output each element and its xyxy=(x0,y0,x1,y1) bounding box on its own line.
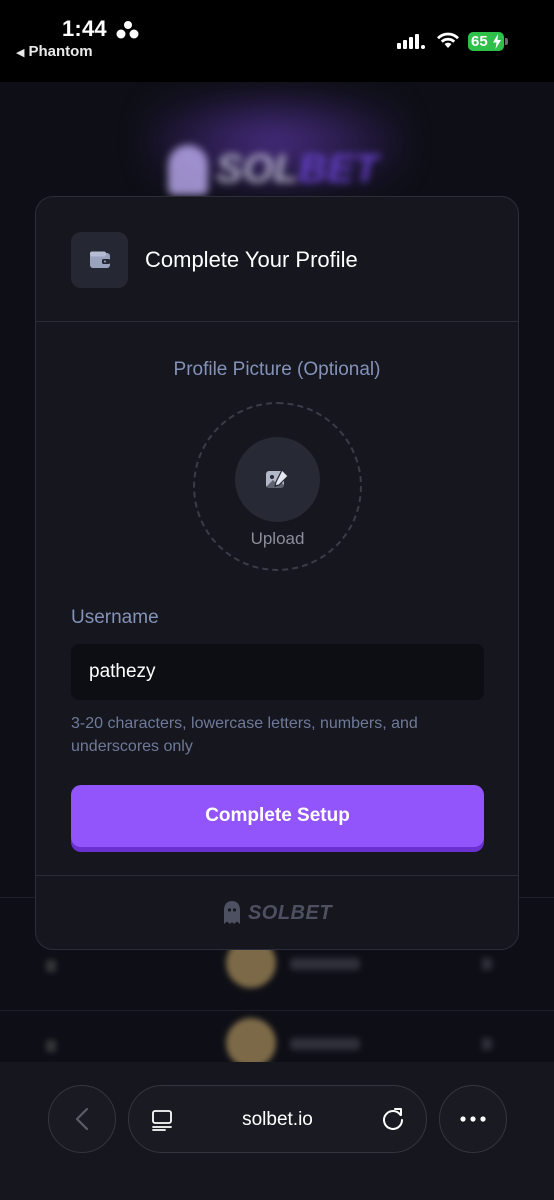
focus-icon xyxy=(116,21,139,39)
footer-brand: SOLBET xyxy=(247,902,333,924)
back-app-label: Phantom xyxy=(28,43,93,60)
more-options-button[interactable] xyxy=(439,1085,507,1153)
upload-avatar-button[interactable]: Upload xyxy=(193,402,362,571)
battery-icon: 65 xyxy=(468,32,508,51)
back-arrow-icon xyxy=(75,1107,89,1131)
modal-title: Complete Your Profile xyxy=(145,247,358,272)
background-row xyxy=(0,1002,554,1062)
background-logo: SOLBET xyxy=(168,142,378,197)
browser-toolbar: solbet.io xyxy=(0,1062,554,1200)
more-icon xyxy=(460,1116,486,1122)
back-triangle-icon: ◀ xyxy=(16,47,25,59)
username-input[interactable] xyxy=(71,644,484,700)
wifi-icon xyxy=(437,32,459,48)
back-to-app-link[interactable]: ◀ Phantom xyxy=(16,43,93,60)
profile-modal: Complete Your Profile Profile Picture (O… xyxy=(35,196,519,950)
status-time: 1:44 xyxy=(62,16,107,41)
username-hint: 3-20 characters, lowercase letters, numb… xyxy=(71,715,418,755)
upload-label: Upload xyxy=(250,529,305,548)
status-bar: 1:44 ◀ Phantom 65 xyxy=(0,0,554,82)
address-bar[interactable]: solbet.io xyxy=(128,1085,427,1153)
username-label: Username xyxy=(71,607,159,628)
battery-percent: 65 xyxy=(471,33,488,50)
modal-header: Complete Your Profile xyxy=(36,197,518,322)
complete-setup-button[interactable]: Complete Setup xyxy=(71,785,484,847)
profile-picture-label: Profile Picture (Optional) xyxy=(173,359,381,380)
ghost-icon xyxy=(223,901,240,924)
wallet-icon xyxy=(71,232,128,288)
image-edit-icon xyxy=(235,437,320,522)
charging-bolt-icon xyxy=(493,34,501,49)
reload-icon[interactable] xyxy=(380,1106,406,1132)
signal-icon xyxy=(397,34,425,49)
browser-back-button[interactable] xyxy=(48,1085,116,1153)
modal-footer: SOLBET xyxy=(36,875,518,949)
